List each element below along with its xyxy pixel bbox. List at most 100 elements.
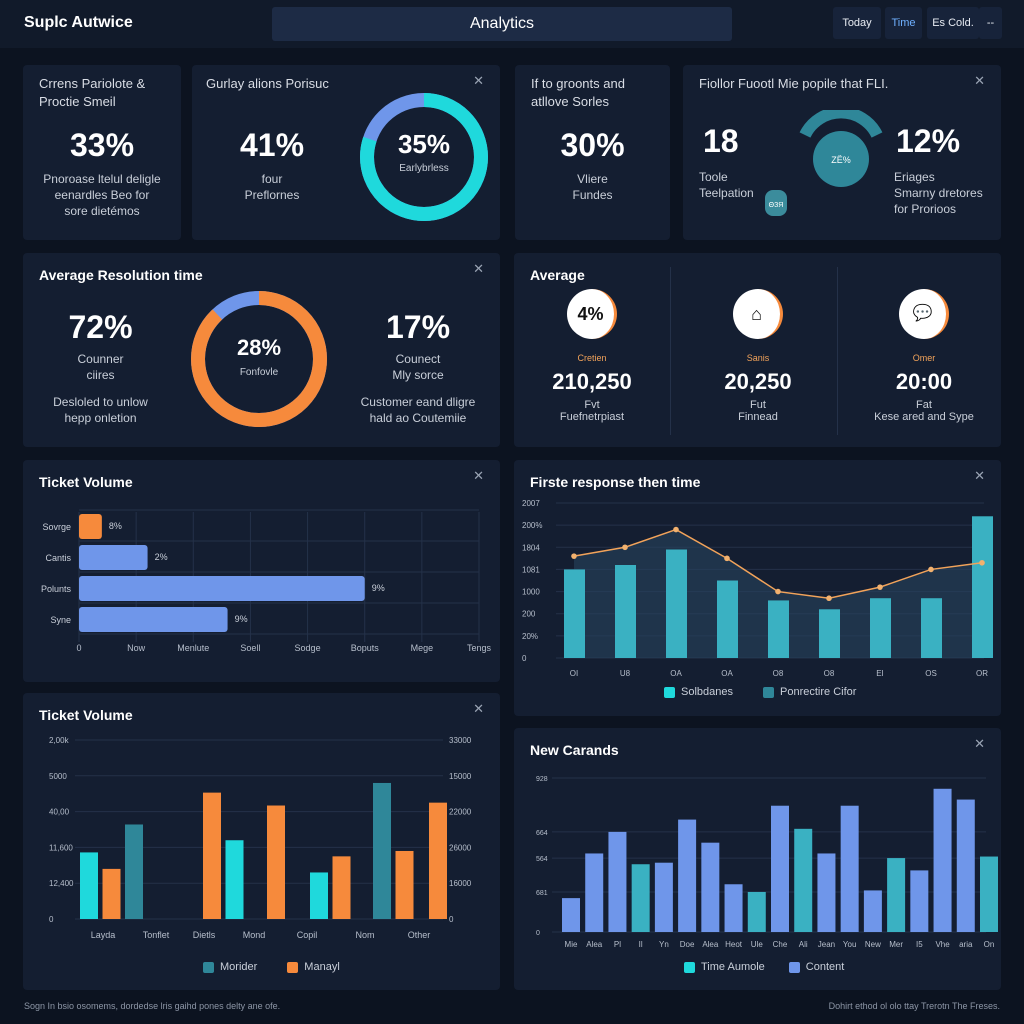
bar	[79, 545, 148, 570]
bar	[395, 850, 414, 919]
x-tick-label: Boputs	[351, 643, 380, 653]
y-tick-label-right: 16000	[449, 879, 472, 888]
x-tick-label: Soell	[240, 643, 260, 653]
bar	[102, 868, 121, 919]
data-label: 2%	[155, 552, 168, 562]
first-response-card: ✕ Firste response then time 0 20% 200 1000 1…	[514, 460, 1001, 716]
chat-icon: 💬	[899, 289, 949, 339]
legend-swatch	[664, 686, 675, 698]
x-tick-label: Mond	[243, 930, 266, 940]
kpi-desc: four Preflornes	[244, 172, 300, 202]
bar	[615, 565, 636, 658]
item-label: Sanis	[746, 353, 770, 363]
bar	[80, 852, 98, 919]
legend-swatch	[203, 961, 214, 973]
kpi-card-2: ✕ Gurlay alions Porisuc 41% four Preflorn…	[192, 65, 500, 240]
today-button[interactable]: Today	[833, 7, 881, 39]
bar	[631, 864, 650, 932]
right-value: 17%	[385, 309, 451, 345]
kpi-value: 41%	[239, 127, 305, 163]
x-tick-label: Menlute	[177, 643, 209, 653]
bar	[125, 824, 143, 919]
legend-swatch	[788, 961, 800, 973]
x-tick-label: Doe	[680, 940, 695, 949]
y-tick-label-right: 15000	[449, 772, 472, 781]
gauge-icon: ZЁ% ΘЗЯ	[765, 110, 883, 216]
bar	[724, 884, 743, 932]
item-desc: Finnead	[738, 411, 778, 423]
line-point	[979, 559, 985, 566]
legend: Solbdanes Ponrectire Cifor	[664, 686, 856, 698]
card-title: If to groonts and atllove Sorles	[531, 76, 625, 109]
grouped-bar-chart: 0 0 12,400 16000 11,600 26000 40,00 22000 5000 15…	[49, 736, 472, 940]
bar	[887, 858, 906, 932]
data-label: 8%	[109, 521, 122, 531]
time-button[interactable]: Time	[885, 7, 922, 39]
kpi-value-2: 12%	[896, 123, 961, 159]
divider	[670, 267, 671, 435]
bar	[678, 819, 697, 932]
x-tick-label: 0	[76, 643, 81, 653]
new-carands-card: ✕ New Carands 0 681 564 664 928 Mie Alea Pl Il Yn…	[514, 728, 1001, 990]
item-value: 210,250	[552, 369, 632, 394]
x-tick-label: Now	[127, 643, 146, 653]
donut-label: Fonfovle	[239, 367, 279, 378]
bar	[562, 898, 580, 932]
card-title: Fiollor Fuootl Mie popile that FLI.	[699, 76, 889, 91]
item-desc: Kese ared and Sype	[874, 411, 974, 423]
bar	[817, 853, 836, 932]
x-tick-label: Alea	[702, 940, 719, 949]
item-value: 20,250	[724, 369, 792, 394]
legend-label: Time Aumole	[701, 961, 765, 973]
close-icon[interactable]: ✕	[473, 73, 484, 89]
y-tick-label: 0	[536, 930, 540, 937]
legend-label: Manayl	[304, 961, 340, 973]
y-tick-label: 0	[522, 654, 527, 663]
bar	[910, 870, 929, 932]
line-point	[877, 584, 883, 590]
x-tick-label: Nom	[355, 930, 374, 940]
kpi-value: 30%	[560, 127, 625, 163]
bar	[933, 788, 952, 932]
item-value: 20:00	[895, 369, 953, 394]
y-tick-label: 681	[536, 890, 548, 897]
x-tick-label: On	[984, 940, 995, 949]
y-tick-label-left: 11,600	[49, 843, 73, 852]
bar	[267, 805, 285, 919]
legend: Morider Manayl	[203, 961, 340, 973]
svg-text:ΘЗЯ: ΘЗЯ	[769, 202, 784, 209]
bar	[771, 805, 789, 932]
x-tick-label: Yn	[659, 940, 669, 949]
x-tick-label: aria	[959, 940, 973, 949]
bar	[585, 853, 604, 932]
menu-button[interactable]: --	[979, 7, 1002, 39]
bar	[225, 840, 244, 919]
item-unit: Fut	[750, 399, 766, 411]
filter-dropdown[interactable]: Es Cold.	[927, 7, 979, 39]
x-tick-label: Il	[639, 940, 643, 949]
x-tick-label: Che	[773, 940, 788, 949]
x-tick-label: Heot	[725, 940, 743, 949]
close-icon[interactable]: ✕	[473, 261, 484, 277]
card-title: Average Resolution time	[39, 267, 203, 283]
resolution-card: ✕ Average Resolution time 72% Counner cii…	[23, 253, 500, 447]
y-tick-label: 664	[536, 830, 548, 837]
x-tick-label: OS	[925, 669, 937, 678]
legend-label: Solbdanes	[681, 686, 733, 698]
legend: Time Aumole Content	[684, 961, 844, 973]
bar	[79, 607, 228, 632]
x-tick-label: Sodge	[295, 643, 321, 653]
donut-label: Earlybrless	[399, 163, 449, 174]
x-tick-label: Pl	[614, 940, 621, 949]
y-tick-label-left: 0	[49, 915, 54, 924]
y-category-label: Sovrge	[42, 522, 71, 532]
bar	[863, 890, 882, 932]
x-tick-label: OA	[670, 669, 682, 678]
line-point	[775, 588, 781, 595]
right-note: Customer eand dligre hald ao Coutemiie	[360, 395, 476, 425]
x-tick-label: Jean	[818, 940, 835, 949]
bar	[666, 549, 687, 658]
svg-text:ZЁ%: ZЁ%	[831, 155, 851, 165]
card-title: Gurlay alions Porisuc	[206, 76, 329, 91]
close-icon[interactable]: ✕	[974, 73, 985, 89]
